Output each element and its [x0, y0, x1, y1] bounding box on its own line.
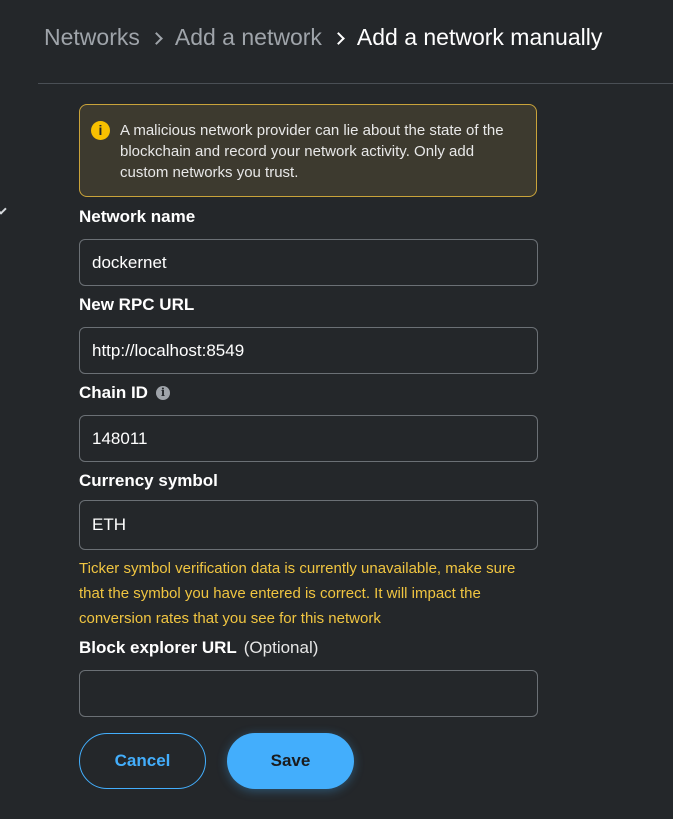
rpc-url-input[interactable]: [79, 327, 538, 374]
page-title: Add a network manually: [356, 24, 603, 50]
breadcrumb-networks[interactable]: Networks: [44, 24, 140, 51]
block-explorer-label: Block explorer URL (Optional): [79, 638, 318, 658]
currency-symbol-label: Currency symbol: [79, 471, 218, 491]
info-icon: i: [91, 121, 110, 140]
chevron-right-icon: [334, 33, 344, 43]
info-icon[interactable]: i: [155, 386, 170, 400]
header-divider: [38, 83, 673, 84]
block-explorer-input[interactable]: [79, 670, 538, 717]
currency-symbol-label-text: Currency symbol: [79, 471, 218, 490]
rpc-url-label-text: New RPC URL: [79, 295, 195, 314]
save-button[interactable]: Save: [227, 733, 354, 789]
warning-text: A malicious network provider can lie abo…: [120, 122, 504, 181]
ticker-warning-text: Ticker symbol verification data is curre…: [79, 560, 516, 627]
breadcrumb: Networks Add a network Add a network man…: [44, 24, 602, 51]
chevron-right-icon: [152, 33, 162, 43]
network-name-label: Network name: [79, 207, 195, 227]
optional-tag: (Optional): [243, 638, 319, 657]
chain-id-label: Chain ID i: [79, 383, 170, 403]
cancel-button[interactable]: Cancel: [79, 733, 206, 789]
rpc-url-label: New RPC URL: [79, 295, 194, 315]
chain-id-label-text: Chain ID: [79, 383, 148, 402]
currency-symbol-input[interactable]: [79, 500, 538, 550]
block-explorer-label-text: Block explorer URL: [79, 638, 237, 657]
chain-id-input[interactable]: [79, 415, 538, 462]
breadcrumb-add-network[interactable]: Add a network: [175, 24, 322, 51]
network-name-input[interactable]: [79, 239, 538, 286]
warning-banner: i A malicious network provider can lie a…: [79, 104, 537, 197]
network-name-label-text: Network name: [79, 207, 196, 226]
add-network-page: Networks Add a network Add a network man…: [0, 0, 673, 819]
chevron-down-icon: [0, 205, 6, 217]
